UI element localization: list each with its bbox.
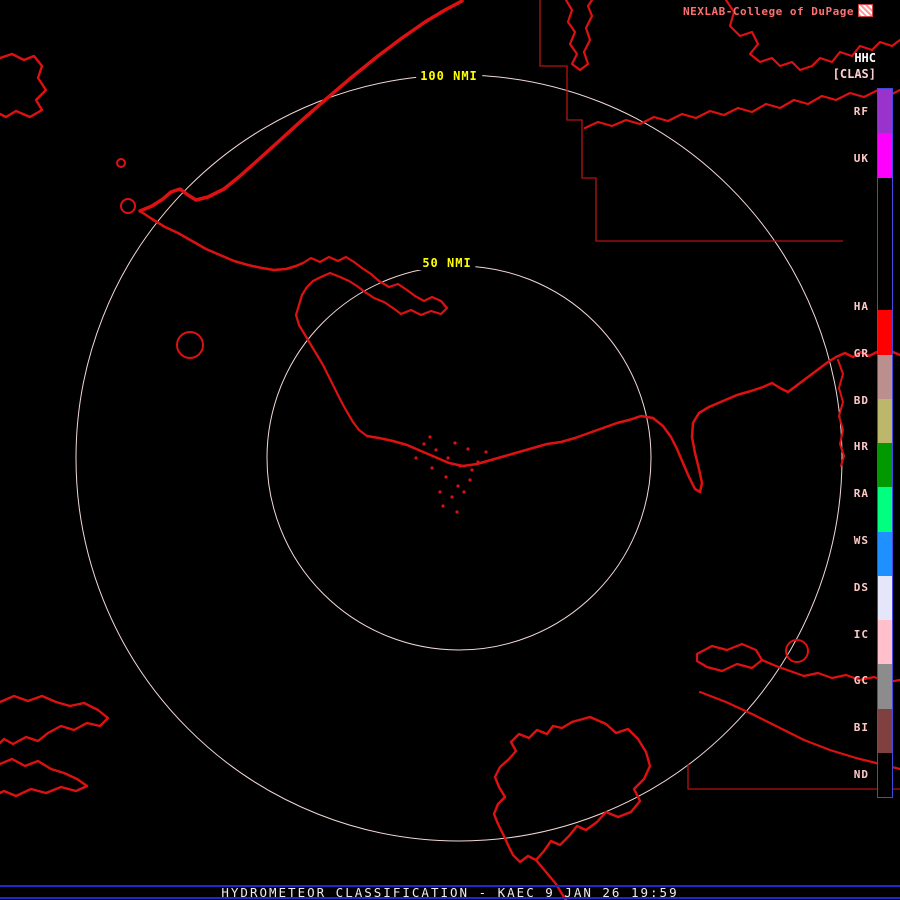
product-code-label: HHC — [854, 51, 876, 65]
radar-site-specks — [414, 435, 488, 514]
legend-label-HA: HA — [853, 299, 869, 313]
legend-labels: RF UK HA GR BD HR RA WS DS IC GC BI ND — [823, 88, 869, 798]
coastlines — [0, 0, 900, 900]
legend-label-DS: DS — [853, 580, 869, 594]
legend-swatch-WS — [878, 531, 892, 576]
brand-text: NEXLAB-College of DuPage — [683, 5, 854, 18]
range-rings — [75, 74, 843, 842]
legend-swatch-BI — [878, 708, 892, 753]
legend-label-BD: BD — [853, 393, 869, 407]
legend-swatch-IC — [878, 620, 892, 665]
classification-mode-label: [CLAS] — [832, 67, 876, 81]
range-ring-label-100nmi: 100 NMI — [416, 69, 482, 83]
legend-swatch-BD — [878, 398, 892, 443]
nexlab-logo-icon — [858, 4, 873, 17]
legend-swatch-DS — [878, 575, 892, 620]
legend-swatch-HA — [878, 310, 892, 355]
legend-swatch-GR — [878, 354, 892, 399]
legend-swatch-blank-2 — [878, 177, 892, 222]
legend-swatch-UK — [878, 133, 892, 178]
legend-label-UK: UK — [853, 151, 869, 165]
range-ring-100nmi — [75, 74, 843, 842]
legend-colorbar — [877, 88, 893, 798]
statusbar-bottom-line — [0, 897, 900, 899]
legend-label-ND: ND — [853, 768, 869, 782]
range-ring-label-50nmi: 50 NMI — [418, 256, 476, 270]
legend-label-blank-2 — [823, 182, 869, 216]
legend-label-RF: RF — [853, 104, 869, 118]
legend-swatch-RA — [878, 487, 892, 532]
legend-swatch-RF — [878, 89, 892, 134]
statusbar-text: HYDROMETEOR CLASSIFICATION - KAEC 9 JAN … — [221, 885, 679, 900]
legend-label-GC: GC — [853, 674, 869, 688]
legend-label-HR: HR — [853, 440, 869, 454]
radar-display: 100 NMI 50 NMI NEXLAB-College of DuPage … — [0, 0, 900, 900]
legend-swatch-HR — [878, 443, 892, 488]
legend-swatch-blank-4 — [878, 266, 892, 311]
legend-swatch-blank-3 — [878, 221, 892, 266]
legend-swatch-GC — [878, 664, 892, 709]
legend-label-BI: BI — [853, 721, 869, 735]
range-ring-50nmi — [266, 265, 652, 651]
legend-label-RA: RA — [853, 487, 869, 501]
legend-label-WS: WS — [853, 534, 869, 548]
legend-label-GR: GR — [853, 346, 869, 360]
legend-label-blank-4 — [823, 249, 869, 283]
legend-label-blank-3 — [823, 215, 869, 249]
legend-label-IC: IC — [853, 627, 869, 641]
radar-map — [0, 0, 900, 900]
legend-swatch-ND — [878, 752, 892, 797]
